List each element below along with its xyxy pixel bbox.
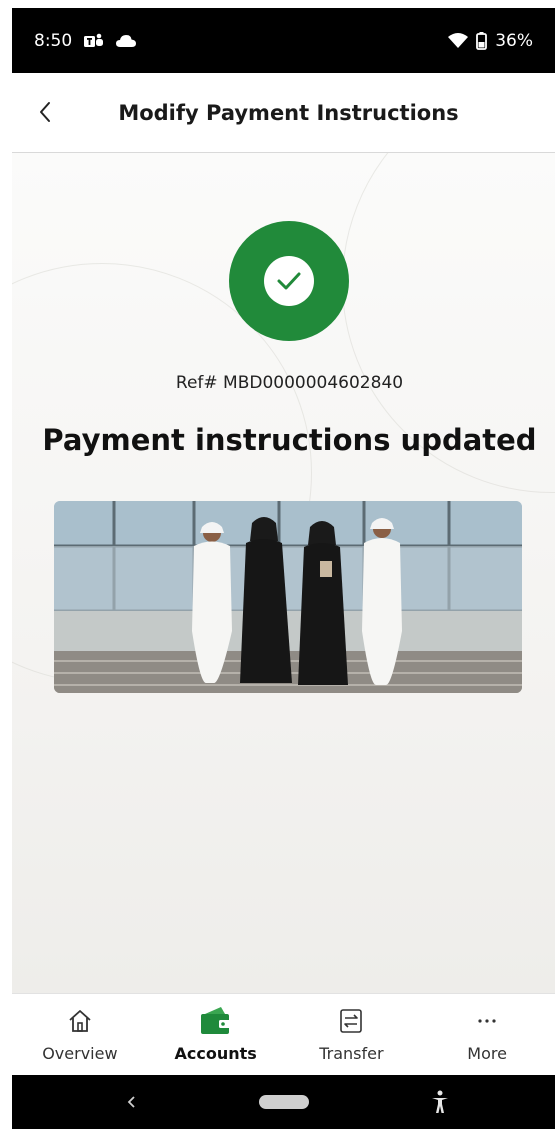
system-navigation-bar	[12, 1075, 555, 1129]
nav-accounts[interactable]: Accounts	[148, 994, 284, 1075]
accessibility-button[interactable]	[422, 1085, 458, 1119]
cloud-icon	[116, 34, 137, 48]
nav-label: Transfer	[319, 1044, 384, 1063]
page-title: Modify Payment Instructions	[118, 100, 459, 125]
check-icon	[264, 256, 314, 306]
status-left: 8:50	[34, 30, 137, 51]
nav-more[interactable]: More	[419, 994, 555, 1075]
app-screen: 8:50 36% Modify Payment Instructions Ref…	[12, 8, 555, 1129]
battery-icon	[476, 31, 488, 50]
back-button[interactable]	[20, 87, 70, 137]
transfer-icon	[338, 1006, 364, 1036]
more-icon	[476, 1006, 498, 1036]
nav-label: Accounts	[174, 1044, 257, 1063]
app-header: Modify Payment Instructions	[12, 73, 555, 153]
chevron-left-icon	[40, 102, 50, 122]
accessibility-icon	[432, 1090, 448, 1113]
nav-transfer[interactable]: Transfer	[284, 994, 420, 1075]
people-photo	[54, 501, 522, 693]
chevron-left-icon	[127, 1096, 135, 1108]
nav-label: More	[467, 1044, 507, 1063]
status-bar: 8:50 36%	[12, 8, 555, 73]
system-back-button[interactable]	[112, 1085, 152, 1119]
nav-label: Overview	[42, 1044, 118, 1063]
home-icon	[67, 1006, 93, 1036]
reference-number: Ref# MBD0000004602840	[175, 373, 404, 393]
result-title: Payment instructions updated	[42, 423, 537, 457]
wallet-icon	[199, 1006, 233, 1036]
status-time: 8:50	[34, 30, 73, 51]
status-right: 36%	[448, 31, 533, 51]
bottom-navigation: Overview Accounts Transfer More	[12, 993, 555, 1075]
battery-percent: 36%	[495, 30, 533, 51]
confirmation-content: Ref# MBD0000004602840 Payment instructio…	[12, 153, 555, 993]
system-home-button[interactable]	[259, 1095, 309, 1109]
nav-overview[interactable]: Overview	[12, 994, 148, 1075]
wifi-icon	[448, 32, 469, 49]
success-badge	[229, 221, 349, 341]
teams-icon	[84, 33, 104, 49]
